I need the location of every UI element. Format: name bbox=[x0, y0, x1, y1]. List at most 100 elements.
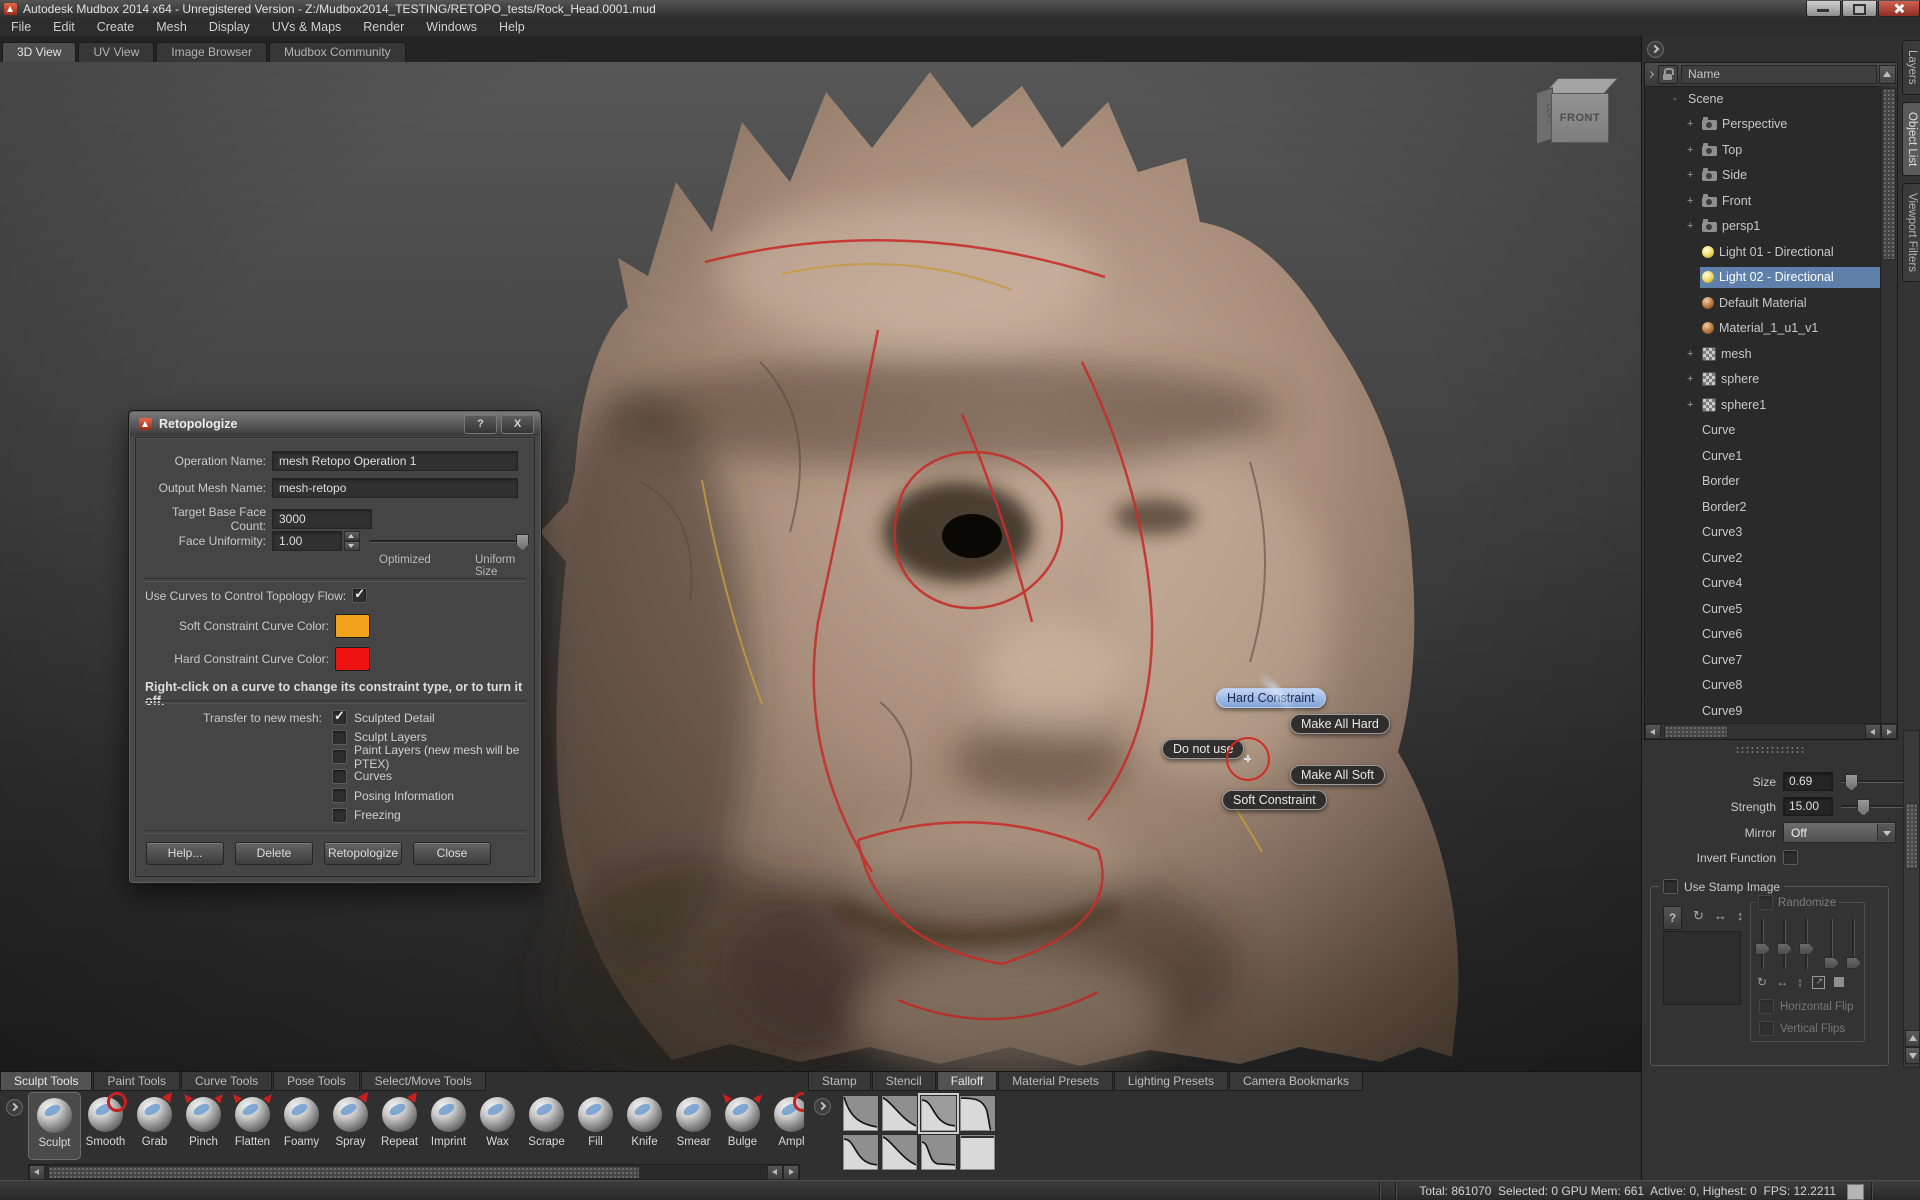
tool-tab[interactable]: Paint Tools bbox=[93, 1072, 179, 1091]
tree-row[interactable]: - Scene bbox=[1645, 86, 1881, 112]
tree-expander[interactable]: + bbox=[1687, 220, 1700, 232]
tree-row-body[interactable]: Curve bbox=[1700, 420, 1881, 441]
spinner-up-icon[interactable] bbox=[344, 531, 360, 541]
randomize-slider-4[interactable] bbox=[1828, 919, 1834, 969]
target-face-count-input[interactable]: 3000 bbox=[272, 509, 372, 529]
header-chevron-icon[interactable] bbox=[1647, 71, 1655, 79]
tree-row-body[interactable]: Scene bbox=[1686, 88, 1881, 109]
randomize-rotate-icon[interactable]: ↻ bbox=[1757, 975, 1767, 989]
name-column-header[interactable]: Name bbox=[1681, 65, 1877, 84]
tree-row-body[interactable]: Front bbox=[1700, 190, 1881, 211]
transfer-option-checkbox[interactable] bbox=[332, 749, 347, 764]
view-tab[interactable]: UV View bbox=[78, 42, 154, 62]
tree-row[interactable]: Curve7 bbox=[1645, 647, 1881, 673]
tree-row-body[interactable]: Curve4 bbox=[1700, 573, 1881, 594]
strength-slider[interactable] bbox=[1841, 799, 1903, 814]
dialog-button[interactable]: Close bbox=[413, 842, 491, 865]
dialog-title-bar[interactable]: Retopologize ? X bbox=[130, 412, 540, 436]
slider-track[interactable] bbox=[370, 540, 528, 542]
falloff-preset[interactable] bbox=[881, 1134, 918, 1171]
preset-tab[interactable]: Falloff bbox=[937, 1072, 997, 1091]
scroll-left-button[interactable] bbox=[1645, 724, 1661, 739]
tree-row[interactable]: Curve4 bbox=[1645, 571, 1881, 597]
tool-tab[interactable]: Select/Move Tools bbox=[361, 1072, 486, 1091]
use-stamp-checkbox[interactable] bbox=[1663, 879, 1678, 894]
tree-row[interactable]: + Perspective bbox=[1645, 112, 1881, 138]
tree-row[interactable]: Default Material bbox=[1645, 290, 1881, 316]
tree-row-body[interactable]: Curve5 bbox=[1700, 598, 1881, 619]
menu-item[interactable]: Edit bbox=[42, 19, 86, 35]
tree-row[interactable]: Curve bbox=[1645, 418, 1881, 444]
marking-menu-soft-constraint[interactable]: Soft Constraint bbox=[1222, 790, 1327, 810]
panel-expand-button[interactable] bbox=[1647, 41, 1664, 58]
tree-row[interactable]: Curve1 bbox=[1645, 443, 1881, 469]
tree-expander[interactable]: + bbox=[1687, 169, 1700, 181]
preset-tab[interactable]: Lighting Presets bbox=[1114, 1072, 1228, 1091]
tree-row[interactable]: + Side bbox=[1645, 163, 1881, 189]
tool-tab[interactable]: Curve Tools bbox=[181, 1072, 272, 1091]
output-mesh-name-input[interactable]: mesh-retopo bbox=[272, 478, 518, 498]
tree-row[interactable]: + mesh bbox=[1645, 341, 1881, 367]
dialog-button[interactable]: Retopologize bbox=[324, 842, 402, 865]
tree-row[interactable]: + sphere bbox=[1645, 367, 1881, 393]
randomize-hrange-icon[interactable]: ↔ bbox=[1776, 975, 1788, 989]
tool-item[interactable]: Imprint bbox=[424, 1092, 473, 1158]
tree-row-body[interactable]: persp1 bbox=[1700, 216, 1881, 237]
stamp-vflip-icon[interactable]: ↕ bbox=[1737, 908, 1744, 924]
randomize-solid-icon[interactable] bbox=[1834, 977, 1844, 987]
tree-row[interactable]: + sphere1 bbox=[1645, 392, 1881, 418]
tree-row-body[interactable]: Curve8 bbox=[1700, 675, 1881, 696]
scroll-left-button[interactable] bbox=[29, 1165, 45, 1180]
tool-tab[interactable]: Pose Tools bbox=[273, 1072, 359, 1091]
stamp-rotate-icon[interactable]: ↻ bbox=[1693, 908, 1704, 924]
falloff-preset[interactable] bbox=[920, 1134, 957, 1171]
soft-color-swatch[interactable] bbox=[335, 614, 370, 638]
object-list-hscrollbar[interactable] bbox=[1645, 723, 1897, 739]
horizontal-flip-checkbox[interactable] bbox=[1759, 999, 1774, 1014]
tree-row-body[interactable]: Light 02 - Directional bbox=[1700, 267, 1881, 288]
face-uniformity-slider[interactable] bbox=[370, 534, 528, 549]
close-button[interactable] bbox=[1878, 1, 1920, 17]
tools-hscrollbar[interactable] bbox=[28, 1164, 800, 1180]
randomize-vrange-icon[interactable]: ↕ bbox=[1797, 975, 1803, 989]
tool-item[interactable]: Repeat bbox=[375, 1092, 424, 1158]
dialog-close-button[interactable]: X bbox=[501, 415, 534, 434]
transfer-option-checkbox[interactable] bbox=[332, 788, 347, 803]
tree-expander[interactable]: + bbox=[1687, 195, 1700, 207]
marking-menu-make-all-hard[interactable]: Make All Hard bbox=[1290, 714, 1390, 734]
scroll-left-button[interactable] bbox=[767, 1165, 783, 1180]
scroll-down-button[interactable] bbox=[1905, 1047, 1920, 1064]
tool-item[interactable]: Bulge bbox=[718, 1092, 767, 1158]
tree-row[interactable]: Border2 bbox=[1645, 494, 1881, 520]
transfer-option-checkbox[interactable] bbox=[332, 808, 347, 823]
tree-row-body[interactable]: Border2 bbox=[1700, 496, 1881, 517]
menu-item[interactable]: Display bbox=[198, 19, 261, 35]
use-curves-checkbox[interactable] bbox=[352, 588, 367, 603]
tree-row[interactable]: Light 02 - Directional bbox=[1645, 265, 1881, 291]
vscroll-thumb[interactable] bbox=[1882, 88, 1896, 260]
randomize-scale-icon[interactable]: ↗ bbox=[1812, 976, 1825, 989]
tree-row[interactable]: + persp1 bbox=[1645, 214, 1881, 240]
randomize-slider-3[interactable] bbox=[1803, 919, 1809, 969]
stamp-help-button[interactable]: ? bbox=[1663, 906, 1682, 930]
marking-menu-make-all-soft[interactable]: Make All Soft bbox=[1290, 765, 1385, 785]
side-tab[interactable]: Object List bbox=[1902, 102, 1920, 176]
status-grip[interactable] bbox=[1847, 1184, 1864, 1200]
tree-row[interactable]: Material_1_u1_v1 bbox=[1645, 316, 1881, 342]
transfer-option-checkbox[interactable] bbox=[332, 730, 347, 745]
falloff-preset[interactable] bbox=[959, 1095, 996, 1132]
hscroll-thumb[interactable] bbox=[1664, 725, 1728, 738]
menu-item[interactable]: Render bbox=[352, 19, 415, 35]
transfer-option-checkbox[interactable] bbox=[332, 710, 347, 725]
randomize-slider-2[interactable] bbox=[1781, 919, 1787, 969]
randomize-slider-1[interactable] bbox=[1759, 919, 1765, 969]
tree-expander[interactable]: + bbox=[1687, 144, 1700, 156]
tool-item[interactable]: Fill bbox=[571, 1092, 620, 1158]
tree-row[interactable]: Curve3 bbox=[1645, 520, 1881, 546]
tool-item[interactable]: Grab bbox=[130, 1092, 179, 1158]
falloff-preset[interactable] bbox=[920, 1095, 957, 1132]
size-input[interactable]: 0.69 bbox=[1783, 772, 1833, 791]
hard-color-swatch[interactable] bbox=[335, 647, 370, 671]
properties-vscrollbar[interactable] bbox=[1903, 730, 1920, 1068]
stamp-hflip-icon[interactable]: ↔ bbox=[1714, 908, 1727, 924]
